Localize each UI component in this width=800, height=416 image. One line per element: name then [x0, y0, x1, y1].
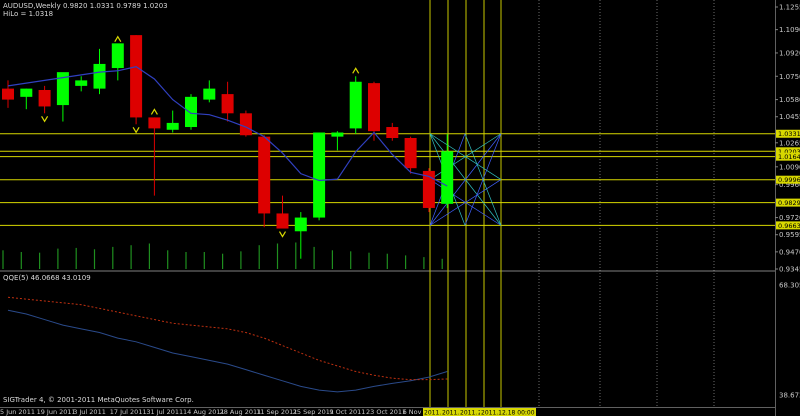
qqe-tick-label-1: 38.6733: [779, 392, 800, 400]
y-tick-label-1: 1.1090: [779, 26, 800, 34]
candle-body-6: [111, 43, 124, 69]
x-tick-label-4: 31 Jul 2011: [146, 408, 183, 416]
x-tick-label-0: 5 Jun 2011: [0, 408, 35, 416]
y-tick-label-10: 0.9595: [779, 231, 800, 239]
candle-body-19: [349, 81, 362, 129]
candle-body-21: [386, 127, 399, 138]
candle-body-16: [294, 217, 307, 232]
candle-body-12: [221, 94, 234, 114]
candle-body-15: [276, 213, 289, 229]
candle-body-7: [130, 35, 143, 118]
hilo-header: HiLo = 1.0318: [3, 10, 53, 18]
price-tag-3: 0.9996: [778, 176, 800, 184]
x-tick-label-5: 14 Aug 2011: [183, 408, 225, 416]
candle-body-9: [166, 122, 179, 130]
x-tick-label-2: 3 Jul 2011: [73, 408, 106, 416]
y-tick-label-6: 1.0265: [779, 139, 800, 147]
y-tick-label-3: 1.0750: [779, 73, 800, 81]
price-tag-4: 0.9829: [778, 199, 800, 207]
y-tick-label-5: 1.0455: [779, 113, 800, 121]
symbol-header: AUDUSD,Weekly 0.9820 1.0331 0.9789 1.020…: [3, 2, 168, 10]
candle-body-0: [2, 88, 14, 100]
candle-body-13: [239, 113, 252, 136]
x-tick-label-3: 17 Jul 2011: [110, 408, 147, 416]
qqe-tick-label-0: 68.3056: [779, 282, 800, 290]
y-tick-label-0: 1.1255: [779, 4, 800, 12]
y-tick-label-12: 0.9345: [779, 266, 800, 274]
candle-body-20: [368, 83, 380, 132]
y-tick-label-7: 1.0090: [779, 163, 800, 171]
time-tag-4: 2011.12.18 00:00: [481, 410, 535, 416]
price-tag-5: 0.9663: [778, 222, 800, 230]
time-line-tags: 2011.12011.12011.12011.12011.12.18 00:00: [423, 408, 536, 416]
candle-body-17: [313, 132, 326, 218]
candle-body-22: [404, 138, 417, 169]
price-tag-2: 1.0164: [778, 153, 800, 161]
candle-body-5: [93, 63, 106, 89]
y-tick-label-4: 1.0580: [779, 96, 800, 104]
y-tick-label-2: 1.0920: [779, 49, 800, 57]
copyright-footer: SIGTrader 4, © 2001-2011 MetaQuotes Soft…: [3, 396, 194, 404]
price-chart[interactable]: 1.1255 1.1090 1.0920 1.0750 1.0580 1.0455 1.02…: [0, 0, 800, 416]
candle-body-18: [331, 132, 344, 137]
x-tick-label-1: 19 Jun 2011: [37, 408, 76, 416]
x-tick-label-10: 23 Oct 2011: [366, 408, 406, 416]
candle-body-14: [258, 136, 271, 214]
y-tick-label-9: 0.9720: [779, 214, 800, 222]
x-tick-label-9: 9 Oct 2011: [329, 408, 365, 416]
x-tick-label-8: 25 Sep 2011: [293, 408, 334, 416]
x-tick-label-6: 28 Aug 2011: [220, 408, 262, 416]
price-tag-0: 1.0331: [778, 130, 800, 138]
candle-body-11: [203, 88, 216, 100]
x-tick-label-7: 11 Sep 2011: [256, 408, 297, 416]
candle-body-8: [148, 117, 161, 129]
candle-body-10: [185, 96, 197, 128]
candle-body-4: [75, 80, 88, 86]
y-tick-label-11: 0.9470: [779, 248, 800, 256]
qqe-header: QQE(5) 46.0668 43.0109: [3, 274, 91, 282]
candle-body-24: [441, 151, 454, 204]
candle-body-1: [20, 88, 33, 97]
time-axis: 5 Jun 2011 19 Jun 20113 Jul 2011 17 Jul 20…: [0, 408, 440, 416]
candle-body-2: [38, 89, 51, 107]
